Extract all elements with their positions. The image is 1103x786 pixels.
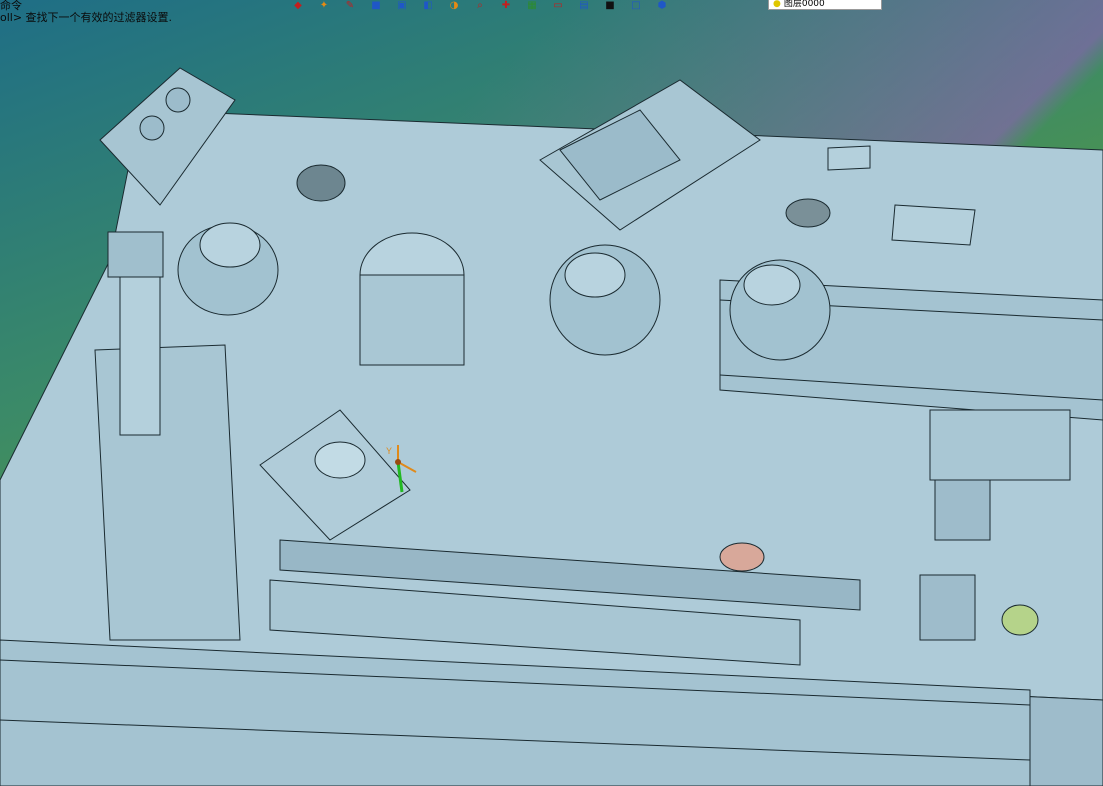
hole-3	[719, 542, 765, 572]
sensor-block	[827, 145, 871, 171]
grid-icon-button[interactable]: ▦	[522, 0, 542, 10]
render-icon-button[interactable]: ◑	[444, 0, 464, 10]
bracket-plate	[891, 204, 976, 246]
svg-text:Y: Y	[386, 446, 392, 456]
main-drum-body	[359, 274, 465, 366]
gearbox	[929, 409, 1071, 481]
cylinder-tower	[94, 344, 241, 641]
view-icon-button[interactable]: ◧	[418, 0, 438, 10]
layer-props-icon-button[interactable]: ▭	[548, 0, 568, 10]
material-icon-button[interactable]: ⬢	[652, 0, 672, 10]
push-button-2	[139, 115, 165, 141]
motor-2-top	[564, 252, 626, 298]
rotary-hub	[314, 441, 366, 479]
print-icon-button[interactable]: ▤	[574, 0, 594, 10]
cylinder-head	[107, 231, 164, 278]
linetype-icon-button[interactable]: □	[626, 0, 646, 10]
lightbulb-icon: ●	[773, 0, 781, 9]
command-prompt-text: oll> 查找下一个有效的过滤器设置.	[0, 11, 173, 24]
layer-dropdown[interactable]: ● 图层0000	[768, 0, 882, 10]
ucs-icon: Y	[386, 445, 417, 493]
cube-icon-button[interactable]: ■	[366, 0, 386, 10]
servo-motor-2	[919, 574, 976, 641]
hole-4	[785, 198, 831, 228]
pencil-icon-button[interactable]: ✎	[340, 0, 360, 10]
cad-viewport[interactable]	[0, 0, 1103, 786]
motor-3-top	[743, 264, 801, 306]
layer-name: 图层0000	[783, 0, 825, 9]
top-toolbar: ◆ ✦ ✎ ■ ▣ ◧ ◑ ⌕ ✚ ▦ ▭ ▤ ■ □ ⬢	[288, 0, 672, 10]
hole-1	[296, 164, 346, 202]
push-button-1	[165, 87, 191, 113]
motor-1-top	[199, 222, 261, 268]
color-icon-button[interactable]: ■	[600, 0, 620, 10]
hole-2	[1001, 604, 1039, 636]
zoom-icon-button[interactable]: ⌕	[470, 0, 490, 10]
command-line: 命令 oll> 查找下一个有效的过滤器设置.	[0, 0, 290, 26]
sketch-icon-button[interactable]: ◆	[288, 0, 308, 10]
shape-icon-button[interactable]: ✦	[314, 0, 334, 10]
box-icon-button[interactable]: ▣	[392, 0, 412, 10]
snap-icon-button[interactable]: ✚	[496, 0, 516, 10]
